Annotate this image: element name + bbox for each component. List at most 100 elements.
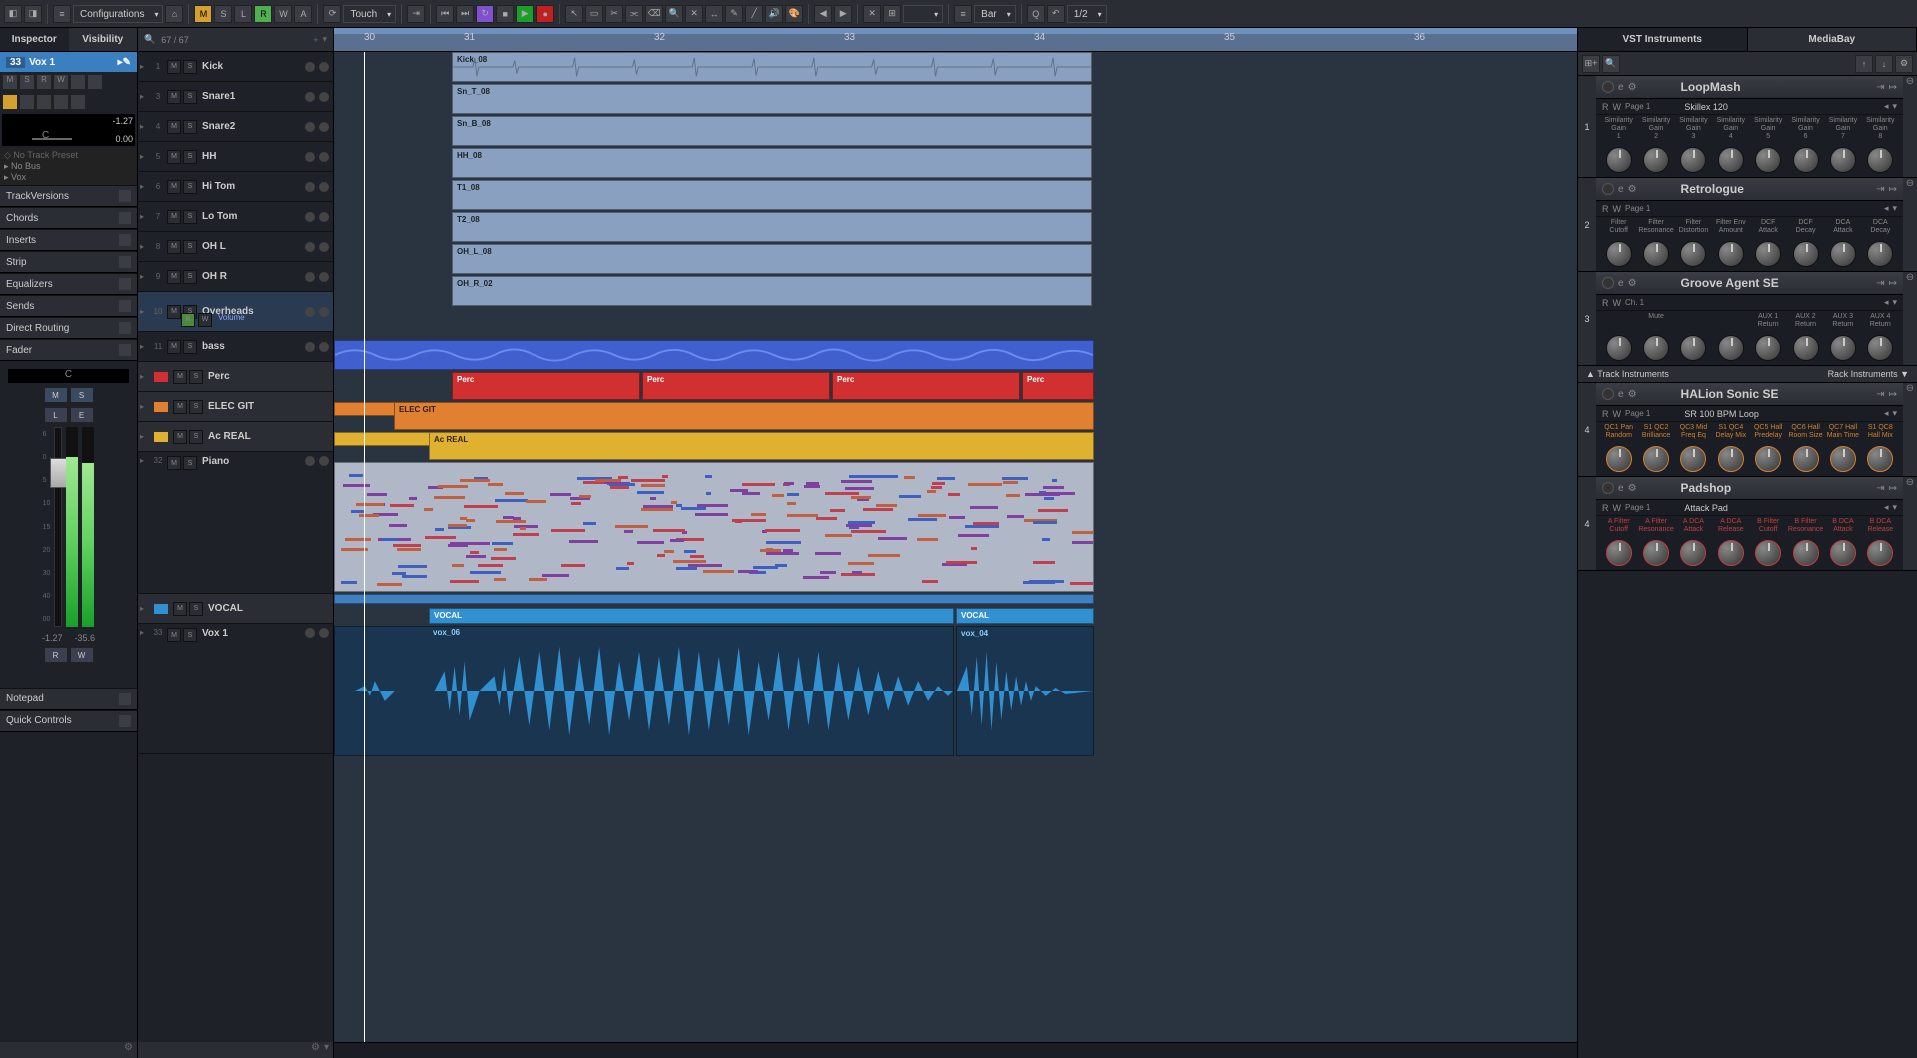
expand-icon[interactable]: ▸ xyxy=(140,372,150,381)
play-tool-icon[interactable]: 🔊 xyxy=(765,5,783,23)
param-knob[interactable] xyxy=(1867,335,1893,361)
track-row-oh-l[interactable]: ▸ 8 M S OH L xyxy=(138,232,333,262)
preset-name[interactable]: Attack Pad xyxy=(1654,503,1880,513)
midi-note[interactable] xyxy=(949,516,966,519)
volume-fader[interactable] xyxy=(54,427,62,627)
param-knob[interactable] xyxy=(1867,540,1893,566)
midi-note[interactable] xyxy=(514,525,538,528)
midi-note[interactable] xyxy=(876,504,896,507)
cog-icon[interactable]: ⚙ xyxy=(1628,184,1637,195)
midi-note[interactable] xyxy=(968,483,1001,486)
midi-note[interactable] xyxy=(1002,477,1028,480)
insp-freeze-button[interactable] xyxy=(36,94,52,110)
insp-monitor-button[interactable] xyxy=(2,94,18,110)
param-knob[interactable] xyxy=(1643,335,1669,361)
edit-icon[interactable]: e xyxy=(1618,82,1624,93)
track-row-snare2[interactable]: ▸ 4 M S Snare2 xyxy=(138,112,333,142)
midi-note[interactable] xyxy=(505,492,524,495)
insp-solo-button[interactable]: S xyxy=(19,74,35,90)
param-knob[interactable] xyxy=(1606,241,1632,267)
midi-note[interactable] xyxy=(356,503,384,506)
midi-note[interactable] xyxy=(931,486,942,489)
preset-prev-icon[interactable]: ◂ xyxy=(1884,408,1889,419)
midi-note[interactable] xyxy=(550,493,570,496)
automation-mode-dropdown[interactable]: Touch xyxy=(343,5,396,23)
track-row-vox-1[interactable]: ▸ 33 M S Vox 1 xyxy=(138,624,333,754)
midi-note[interactable] xyxy=(673,560,706,563)
expand-icon[interactable]: ▸ xyxy=(140,62,150,71)
midi-note[interactable] xyxy=(751,513,766,516)
quantize-dropdown[interactable]: Bar xyxy=(974,5,1016,23)
track-monitor[interactable] xyxy=(319,628,329,638)
clip-perc-2[interactable]: Perc xyxy=(642,372,830,400)
track-mute-button[interactable]: M xyxy=(167,305,181,319)
midi-note[interactable] xyxy=(662,475,668,478)
param-knob[interactable] xyxy=(1643,241,1669,267)
midi-note[interactable] xyxy=(1070,582,1094,585)
midi-note[interactable] xyxy=(624,530,633,533)
midi-note[interactable] xyxy=(637,491,665,494)
fader-l-button[interactable]: L xyxy=(44,407,68,423)
midi-note[interactable] xyxy=(671,501,677,504)
expand-icon[interactable]: ▸ xyxy=(140,182,150,191)
track-write-button[interactable]: W xyxy=(198,313,212,327)
track-monitor[interactable] xyxy=(319,272,329,282)
glue-tool-icon[interactable]: ⫘ xyxy=(625,5,643,23)
track-mute-button[interactable]: M xyxy=(173,400,187,414)
midi-note[interactable] xyxy=(1044,497,1055,500)
midi-note[interactable] xyxy=(676,567,697,570)
stop-button[interactable]: ■ xyxy=(496,5,514,23)
track-row-piano[interactable]: ▸ 32 M S Piano xyxy=(138,452,333,594)
midi-note[interactable] xyxy=(803,576,828,579)
fader-r-button[interactable]: R xyxy=(44,647,68,663)
midi-note[interactable] xyxy=(851,530,885,533)
midi-note[interactable] xyxy=(478,564,502,567)
track-monitor[interactable] xyxy=(319,242,329,252)
midi-note[interactable] xyxy=(830,509,845,512)
midi-note[interactable] xyxy=(932,482,945,485)
midi-note[interactable] xyxy=(804,485,820,488)
track-monitor[interactable] xyxy=(319,122,329,132)
param-knob[interactable] xyxy=(1606,446,1632,472)
midi-note[interactable] xyxy=(772,494,784,497)
track-monitor[interactable] xyxy=(319,62,329,72)
preset-name[interactable]: SR 100 BPM Loop xyxy=(1654,409,1880,419)
track-read-button[interactable]: R xyxy=(181,313,195,327)
midi-note[interactable] xyxy=(345,538,371,541)
vst-out-icon[interactable]: ↦ xyxy=(1889,389,1897,400)
midi-note[interactable] xyxy=(466,519,475,522)
clip-ohr[interactable]: OH_R_02 xyxy=(452,276,1092,306)
track-mute-button[interactable]: M xyxy=(167,270,181,284)
read-automation-button[interactable]: R xyxy=(254,5,272,23)
midi-note[interactable] xyxy=(1003,481,1014,484)
timeline-ruler[interactable]: 3031323334353637 xyxy=(334,28,1577,52)
add-rack-icon[interactable]: ⊞+ xyxy=(1582,55,1600,73)
midi-note[interactable] xyxy=(904,476,915,479)
midi-note[interactable] xyxy=(918,514,947,517)
tab-mediabay[interactable]: MediaBay xyxy=(1748,28,1917,51)
track-solo-button[interactable]: S xyxy=(189,370,203,384)
midi-note[interactable] xyxy=(922,580,938,583)
tab-inspector[interactable]: Inspector xyxy=(0,28,69,51)
midi-note[interactable] xyxy=(787,514,818,517)
track-record-enable[interactable] xyxy=(305,182,315,192)
param-knob[interactable] xyxy=(1830,241,1856,267)
param-knob[interactable] xyxy=(1867,241,1893,267)
param-knob[interactable] xyxy=(1643,147,1669,173)
expand-icon[interactable]: ▸ xyxy=(140,342,150,351)
track-mute-button[interactable]: M xyxy=(167,210,181,224)
midi-note[interactable] xyxy=(1072,541,1094,544)
track-row-lo-tom[interactable]: ▸ 7 M S Lo Tom xyxy=(138,202,333,232)
expand-icon[interactable]: ▸ xyxy=(140,307,150,316)
midi-note[interactable] xyxy=(615,525,648,528)
param-knob[interactable] xyxy=(1830,540,1856,566)
midi-note[interactable] xyxy=(434,496,465,499)
param-knob[interactable] xyxy=(1793,147,1819,173)
track-monitor[interactable] xyxy=(319,307,329,317)
write-icon[interactable]: W xyxy=(1613,503,1622,513)
midi-note[interactable] xyxy=(742,492,761,495)
midi-note[interactable] xyxy=(464,505,498,508)
insp-read-button[interactable]: R xyxy=(36,74,52,90)
midi-note[interactable] xyxy=(627,562,634,565)
preset-name[interactable]: Skillex 120 xyxy=(1654,102,1880,112)
